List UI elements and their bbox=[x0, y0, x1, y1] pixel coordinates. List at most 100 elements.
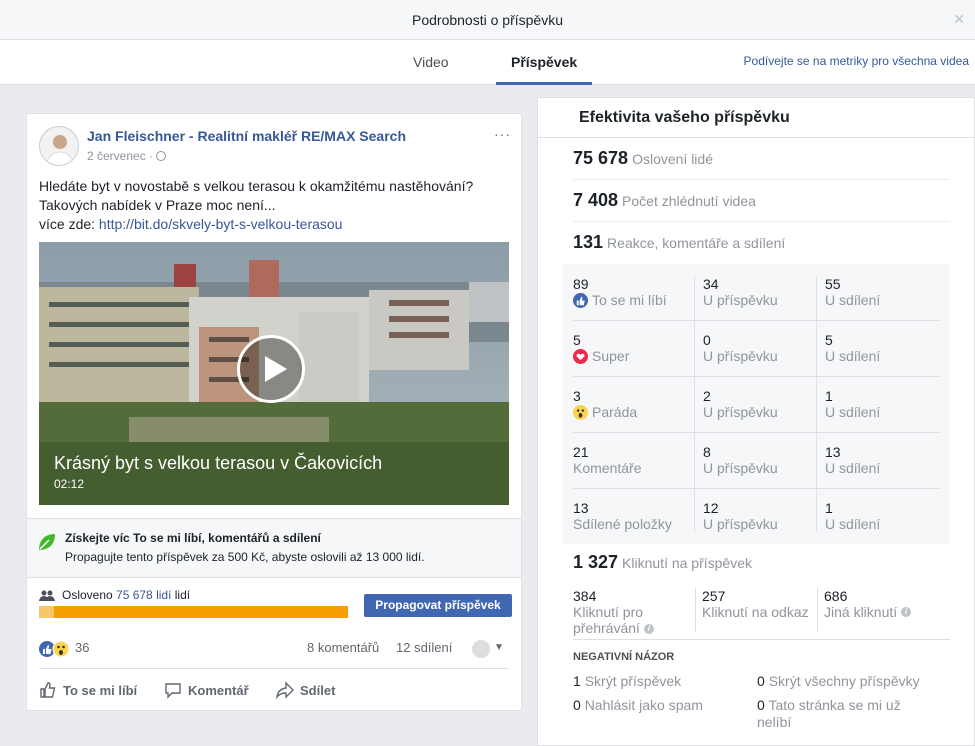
share-label: Sdílet bbox=[300, 682, 336, 698]
comments-on-share-label: U sdílení bbox=[825, 460, 881, 476]
report-spam-value: 0 bbox=[573, 697, 581, 713]
video-player[interactable]: Krásný byt s velkou terasou v Čakovicích… bbox=[39, 242, 509, 505]
shares-on-share-value: 1 bbox=[825, 500, 833, 516]
other-clicks-label: Jiná kliknutí bbox=[824, 604, 898, 620]
wow-total: 3 Paráda bbox=[573, 388, 637, 420]
more-options-icon[interactable]: ··· bbox=[494, 126, 511, 142]
shares-total-label: Sdílené položky bbox=[573, 516, 672, 532]
engagement-label: Reakce, komentáře a sdílení bbox=[607, 235, 786, 251]
comment-button[interactable]: Komentář bbox=[164, 681, 249, 699]
love-icon bbox=[573, 348, 588, 364]
reactions-line: 36 8 komentářů 12 sdílení ▼ bbox=[39, 630, 509, 668]
wow-on-post: 2U příspěvku bbox=[703, 388, 778, 420]
comments-total: 21 Komentáře bbox=[573, 444, 641, 476]
views-value: 7 408 bbox=[573, 190, 619, 210]
post-link[interactable]: http://bit.do/skvely-byt-s-velkou-teraso… bbox=[99, 216, 343, 232]
comment-label: Komentář bbox=[188, 682, 249, 698]
unlike-page-value: 0 bbox=[757, 697, 765, 713]
hide-all-label: Skrýt všechny příspěvky bbox=[768, 673, 920, 689]
author-avatar[interactable] bbox=[39, 126, 79, 166]
views-label: Počet zhlédnutí videa bbox=[622, 193, 756, 209]
play-clicks-label: Kliknutí pro přehrávání bbox=[573, 604, 644, 636]
tab-bar: Video Příspěvek Podívejte se na metriky … bbox=[0, 40, 975, 85]
shares-on-post-label: U příspěvku bbox=[703, 516, 778, 532]
post-date-text[interactable]: 2 červenec bbox=[87, 149, 146, 163]
link-clicks-value: 257 bbox=[702, 588, 726, 604]
promote-button[interactable]: Propagovat příspěvek bbox=[364, 594, 512, 617]
author-name[interactable]: Jan Fleischner - Realitní makléř RE/MAX … bbox=[87, 128, 406, 144]
link-prefix: více zde: bbox=[39, 216, 99, 232]
play-clicks-value: 384 bbox=[573, 588, 597, 604]
wow-on-post-value: 2 bbox=[703, 388, 711, 404]
wow-icon bbox=[573, 404, 588, 420]
info-icon[interactable]: i bbox=[643, 624, 654, 635]
shares-on-post: 12 U příspěvku bbox=[703, 500, 778, 532]
play-clicks-label-wrap: Kliknutí pro přehrávání i bbox=[573, 604, 688, 636]
wow-total-label: Paráda bbox=[592, 404, 638, 420]
post-text-line-2: Takových nabídek v Praze moc není... bbox=[39, 197, 276, 213]
clicks-stat: 1 327 Kliknutí na příspěvek bbox=[573, 548, 950, 582]
likes-on-post-value: 34 bbox=[703, 276, 719, 292]
love-on-post-value: 0 bbox=[703, 332, 711, 348]
likes-on-share: 55 U sdílení bbox=[825, 276, 880, 308]
date-separator: · bbox=[149, 149, 154, 163]
chevron-down-icon[interactable]: ▼ bbox=[494, 642, 504, 653]
clicks-label: Kliknutí na příspěvek bbox=[622, 555, 753, 571]
negative-hide-all: 0 Skrýt všechny příspěvky bbox=[757, 673, 920, 689]
hide-post-label: Skrýt příspěvek bbox=[584, 673, 682, 689]
likes-on-post-label: U příspěvku bbox=[703, 292, 778, 308]
hide-post-value: 1 bbox=[573, 673, 581, 689]
reaction-breakdown-grid: 89 To se mi líbí 34 U příspěvku 55 U sdíle… bbox=[563, 264, 950, 544]
share-count[interactable]: 12 sdílení bbox=[396, 640, 452, 655]
reaction-count[interactable]: 36 bbox=[75, 640, 89, 655]
like-button[interactable]: To se mi líbí bbox=[39, 681, 137, 699]
reach-progress-bar bbox=[39, 606, 348, 618]
love-total-label: Super bbox=[592, 348, 630, 364]
page-avatar-icon[interactable] bbox=[472, 640, 490, 658]
comments-total-label: Komentáře bbox=[573, 460, 642, 476]
info-icon[interactable]: i bbox=[901, 607, 912, 617]
comments-on-post: 8U příspěvku bbox=[703, 444, 778, 476]
video-title: Krásný byt s velkou terasou v Čakovicích bbox=[54, 453, 383, 473]
likes-on-post: 34 U příspěvku bbox=[703, 276, 778, 308]
comment-count[interactable]: 8 komentářů bbox=[307, 640, 379, 655]
reaction-icons[interactable] bbox=[39, 640, 73, 658]
post-text-line-1: Hledáte byt v novostabě s velkou terasou… bbox=[39, 178, 474, 194]
people-icon bbox=[39, 590, 55, 601]
post-date: 2 červenec · bbox=[87, 149, 167, 163]
likes-total-label: To se mi líbí bbox=[592, 292, 667, 308]
love-on-post-label: U příspěvku bbox=[703, 348, 778, 364]
views-stat: 7 408 Počet zhlédnutí videa bbox=[573, 180, 950, 222]
love-on-share-value: 5 bbox=[825, 332, 833, 348]
like-icon bbox=[573, 292, 588, 308]
reach-text: Osloveno 75 678 lidí lidí bbox=[62, 588, 190, 602]
click-breakdown: 384 Kliknutí pro přehrávání i 257 Kliknutí… bbox=[573, 586, 950, 640]
close-icon[interactable]: ✕ bbox=[953, 11, 965, 28]
boost-promo: Získejte víc To se mi líbí, komentářů a … bbox=[27, 518, 521, 578]
reach-prefix: Osloveno bbox=[62, 588, 117, 602]
dialog-title: Podrobnosti o příspěvku bbox=[412, 11, 563, 28]
love-total: 5 Super bbox=[573, 332, 629, 364]
tab-post[interactable]: Příspěvek bbox=[496, 40, 593, 85]
engagement-stat: 131 Reakce, komentáře a sdílení bbox=[573, 222, 950, 264]
tab-video[interactable]: Video bbox=[413, 40, 449, 85]
all-videos-metrics-link[interactable]: Podívejte se na metriky pro všechna vide… bbox=[744, 40, 969, 85]
negative-hide-post: 1 Skrýt příspěvek bbox=[573, 673, 681, 689]
reach-progress-fill bbox=[39, 606, 55, 618]
likes-total: 89 To se mi líbí bbox=[573, 276, 667, 308]
hide-all-value: 0 bbox=[757, 673, 765, 689]
like-label: To se mi líbí bbox=[63, 682, 138, 698]
love-total-value: 5 bbox=[573, 332, 581, 348]
comments-total-value: 21 bbox=[573, 444, 589, 460]
shares-total: 13 Sdílené položky bbox=[573, 500, 672, 532]
reach-stat: 75 678 Oslovení lidé bbox=[573, 138, 950, 180]
play-button-icon[interactable] bbox=[237, 335, 305, 403]
wow-on-share-label: U sdílení bbox=[825, 404, 881, 420]
reach-link[interactable]: 75 678 lidí bbox=[116, 588, 171, 602]
leaf-icon bbox=[39, 534, 55, 550]
post-card: Jan Fleischner - Realitní makléř RE/MAX … bbox=[26, 113, 522, 711]
shares-on-share-label: U sdílení bbox=[825, 516, 881, 532]
video-duration: 02:12 bbox=[54, 477, 85, 491]
share-button[interactable]: Sdílet bbox=[276, 681, 335, 699]
other-clicks-label-wrap: Jiná kliknutí i bbox=[824, 604, 912, 620]
